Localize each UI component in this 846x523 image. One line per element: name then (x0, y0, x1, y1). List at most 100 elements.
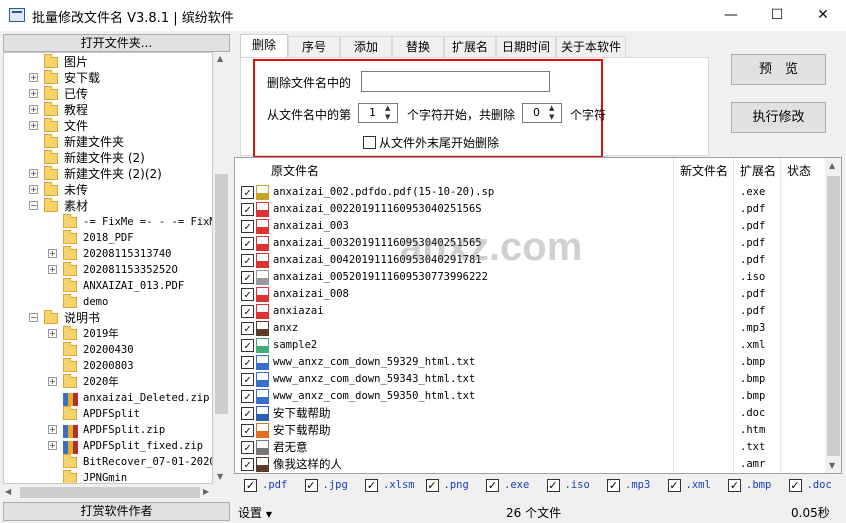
expand-icon[interactable]: + (29, 121, 38, 130)
start-position-stepper[interactable]: 1 ▲ ▼ (358, 103, 398, 123)
execute-button[interactable]: 执行修改 (731, 102, 826, 133)
ext-filter-checkbox[interactable]: ✓ (365, 479, 378, 492)
tree-item[interactable]: 2018_PDF (4, 230, 212, 246)
folder-tree[interactable]: 图片 + 安下载 + 已传 + 教程 + 文件 新建文件夹 新建文件夹 (2) + 新建文件夹 (2)(… (3, 52, 213, 484)
tree-item[interactable]: anxaizai_Deleted.zip (4, 390, 212, 406)
row-checkbox[interactable]: ✓ (241, 203, 254, 216)
tree-item[interactable]: + 文件 (4, 118, 212, 134)
tree-item[interactable]: + APDFSplit_fixed.zip (4, 438, 212, 454)
expand-icon[interactable]: + (48, 441, 57, 450)
tree-item[interactable]: +2019年 (4, 326, 212, 342)
list-vertical-scrollbar[interactable]: ▲ ▼ (825, 158, 841, 473)
expand-icon[interactable]: + (48, 329, 57, 338)
ext-filter-checkbox[interactable]: ✓ (546, 479, 560, 492)
row-checkbox[interactable]: ✓ (241, 441, 254, 454)
tree-item[interactable]: − 说明书 (4, 310, 212, 326)
tree-item[interactable]: − 素材 (4, 198, 212, 214)
hscroll-thumb[interactable] (20, 487, 200, 498)
row-checkbox[interactable]: ✓ (241, 254, 254, 267)
row-checkbox[interactable]: ✓ (241, 271, 254, 284)
from-end-checkbox[interactable] (363, 136, 376, 149)
scroll-left-arrow-icon[interactable]: ◀ (5, 487, 11, 496)
file-row[interactable]: ✓ anxaizai_00220191116095304025156S .pdf (235, 201, 825, 218)
file-list[interactable]: 原文件名 新文件名 扩展名 状态 ▲ ▼ ✓ anxaizai_002.pdfdo… (234, 157, 842, 474)
open-folder-button[interactable]: 打开文件夹... (3, 34, 230, 52)
row-checkbox[interactable]: ✓ (241, 237, 254, 250)
row-checkbox[interactable]: ✓ (241, 356, 254, 369)
tree-horizontal-scrollbar[interactable]: ◀ ▶ (3, 484, 213, 501)
tree-vertical-scrollbar[interactable]: ▲ ▼ (213, 52, 230, 484)
tab-5[interactable]: 日期时间 (496, 36, 556, 58)
collapse-icon[interactable]: − (29, 313, 38, 322)
settings-menu[interactable]: 设置 ▼ (238, 504, 272, 521)
minimize-button[interactable]: — (708, 0, 754, 31)
file-row[interactable]: ✓ anxaizai_002.pdfdo.pdf(15-10-20).sp .exe (235, 184, 825, 201)
tree-item[interactable]: + APDFSplit.zip (4, 422, 212, 438)
scroll-up-arrow-icon[interactable]: ▲ (829, 161, 835, 170)
expand-icon[interactable]: + (48, 265, 57, 274)
file-row[interactable]: ✓ 安下载帮助 .doc (235, 405, 825, 422)
expand-icon[interactable]: + (29, 73, 38, 82)
preview-button[interactable]: 预 览 (731, 54, 826, 85)
scroll-thumb[interactable] (215, 174, 228, 414)
tree-item[interactable]: JPNGmin (4, 470, 212, 483)
tree-item[interactable]: + 未传 (4, 182, 212, 198)
file-row[interactable]: ✓ www_anxz_com_down_59329_html.txt .bmp (235, 354, 825, 371)
expand-icon[interactable]: + (29, 105, 38, 114)
row-checkbox[interactable]: ✓ (241, 373, 254, 386)
tree-item[interactable]: + 教程 (4, 102, 212, 118)
row-checkbox[interactable]: ✓ (241, 220, 254, 233)
tab-6[interactable]: 关于本软件 (556, 36, 626, 58)
column-status[interactable]: 状态 (787, 158, 811, 184)
row-checkbox[interactable]: ✓ (241, 390, 254, 403)
tab-0[interactable]: 删除 (240, 34, 288, 58)
delete-count-stepper[interactable]: 0 ▲ ▼ (522, 103, 562, 123)
row-checkbox[interactable]: ✓ (241, 322, 254, 335)
tab-2[interactable]: 添加 (340, 36, 392, 58)
ext-filter-checkbox[interactable]: ✓ (425, 479, 439, 492)
file-row[interactable]: ✓ anxz .mp3 (235, 320, 825, 337)
delete-text-input[interactable] (361, 71, 550, 92)
file-row[interactable]: ✓ www_anxz_com_down_59343_html.txt .bmp (235, 371, 825, 388)
file-row[interactable]: ✓ 安下载帮助 .htm (235, 422, 825, 439)
tree-item[interactable]: APDFSplit (4, 406, 212, 422)
tree-item[interactable]: 新建文件夹 (2) (4, 150, 212, 166)
tree-item[interactable]: +2020年 (4, 374, 212, 390)
file-row[interactable]: ✓ sample2 .xml (235, 337, 825, 354)
spin-arrows-icon[interactable]: ▲ ▼ (385, 104, 390, 122)
expand-icon[interactable]: + (48, 377, 57, 386)
ext-filter-checkbox[interactable]: ✓ (304, 479, 318, 492)
file-row[interactable]: ✓ 像我这样的人 .amr (235, 456, 825, 473)
ext-filter-checkbox[interactable]: ✓ (486, 479, 499, 492)
row-checkbox[interactable]: ✓ (241, 186, 254, 199)
tab-1[interactable]: 序号 (288, 36, 340, 58)
list-scroll-thumb[interactable] (827, 176, 840, 456)
ext-filter-checkbox[interactable]: ✓ (667, 479, 681, 492)
tree-item[interactable]: ANXAIZAI_013.PDF (4, 278, 212, 294)
file-row[interactable]: ✓ anxaizai_0052019111609530773996222 .iso (235, 269, 825, 286)
tree-item[interactable]: demo (4, 294, 212, 310)
tree-item[interactable]: 图片 (4, 54, 212, 70)
tree-item[interactable]: + 已传 (4, 86, 212, 102)
close-button[interactable]: ✕ (800, 0, 846, 31)
expand-icon[interactable]: + (29, 169, 38, 178)
tree-item[interactable]: 20200430 (4, 342, 212, 358)
tree-item[interactable]: BitRecover_07-01-2020 (4, 454, 212, 470)
tab-3[interactable]: 替换 (392, 36, 444, 58)
scroll-up-arrow-icon[interactable]: ▲ (217, 54, 223, 63)
column-new-name[interactable]: 新文件名 (680, 158, 728, 184)
tree-item[interactable]: 新建文件夹 (4, 134, 212, 150)
expand-icon[interactable]: + (48, 425, 57, 434)
ext-filter-checkbox[interactable]: ✓ (728, 479, 741, 492)
column-original-name[interactable]: 原文件名 (271, 158, 319, 184)
row-checkbox[interactable]: ✓ (241, 458, 254, 471)
tip-author-button[interactable]: 打赏软件作者 (3, 502, 230, 521)
scroll-down-arrow-icon[interactable]: ▼ (217, 472, 223, 481)
column-extension[interactable]: 扩展名 (740, 158, 776, 184)
tree-item[interactable]: 20200803 (4, 358, 212, 374)
tree-item[interactable]: + 安下载 (4, 70, 212, 86)
scroll-right-arrow-icon[interactable]: ▶ (203, 487, 209, 496)
file-row[interactable]: ✓ www_anxz_com_down_59350_html.txt .bmp (235, 388, 825, 405)
file-row[interactable]: ✓ 君无意 .txt (235, 439, 825, 456)
scroll-down-arrow-icon[interactable]: ▼ (829, 461, 835, 470)
